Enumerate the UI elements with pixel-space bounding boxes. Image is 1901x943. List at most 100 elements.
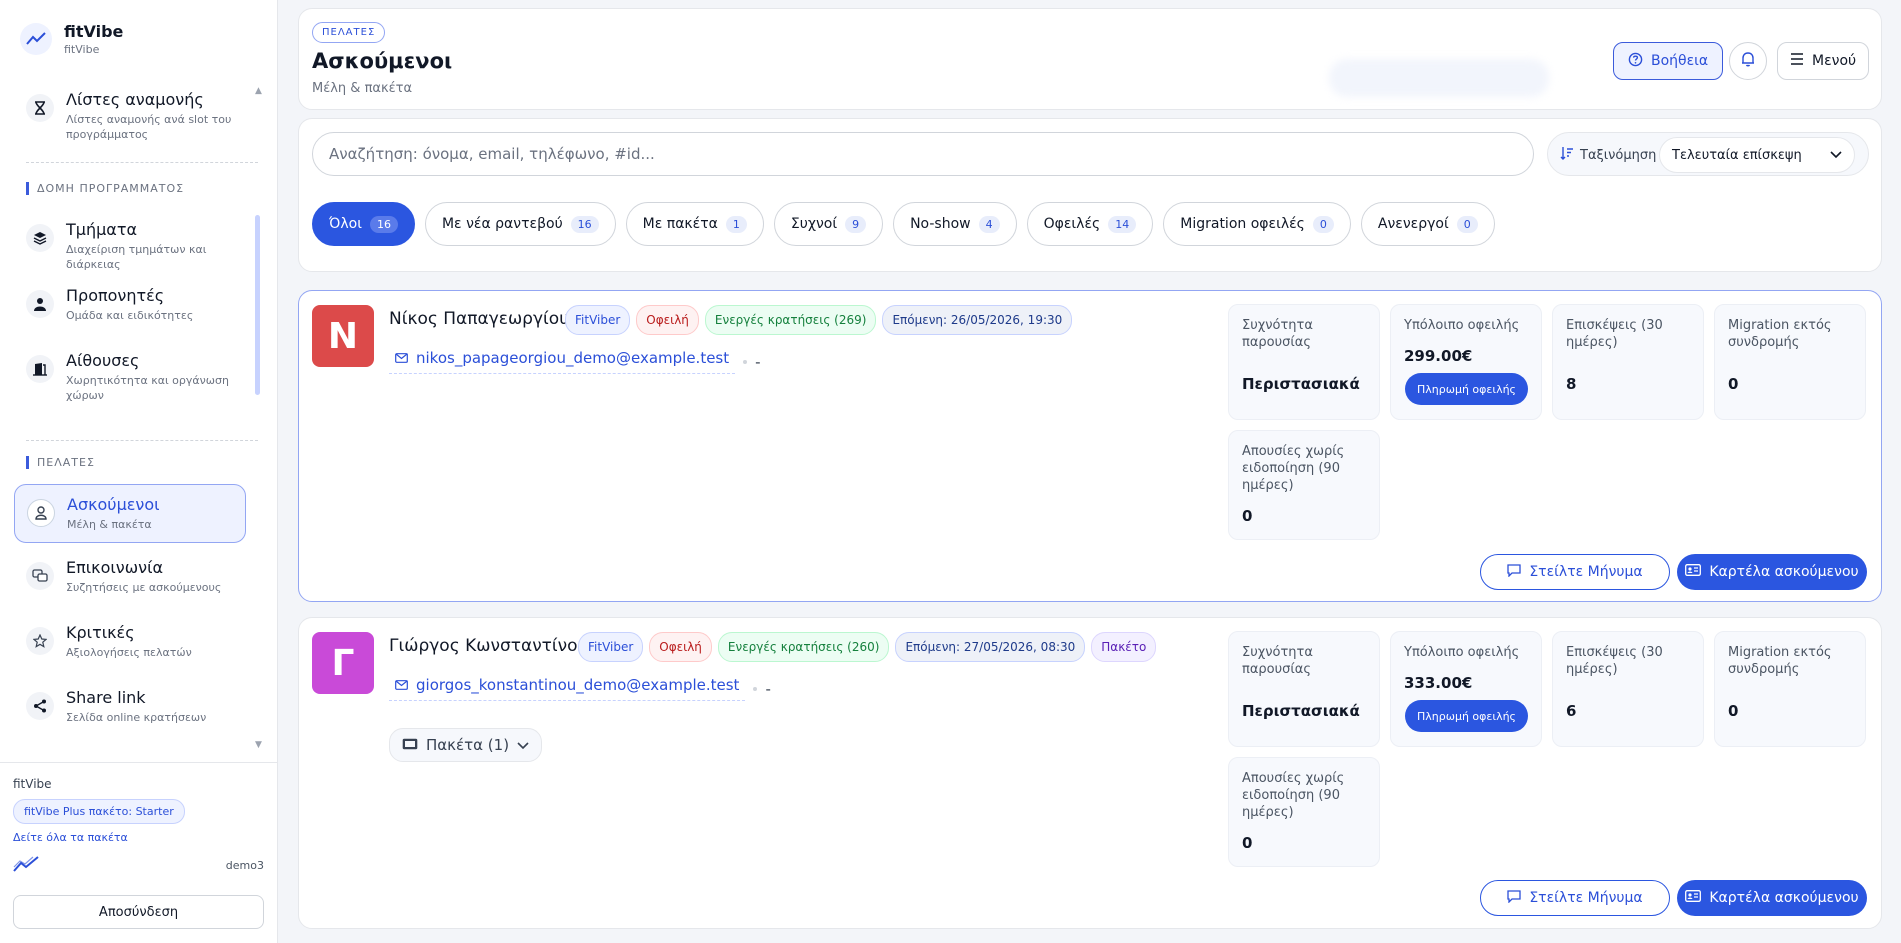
sidebar-item-title: Προπονητές bbox=[66, 286, 165, 305]
client-card[interactable]: N Νίκος Παπαγεωργίου FitViber Οφειλή Ενε… bbox=[298, 290, 1882, 602]
hamburger-icon bbox=[1790, 53, 1804, 69]
stat-value: 0 bbox=[1728, 702, 1739, 720]
chip-count: 16 bbox=[570, 215, 599, 233]
send-message-button[interactable]: Στείλτε Μήνυμα bbox=[1480, 880, 1670, 916]
plans-link[interactable]: Δείτε όλα τα πακέτα bbox=[13, 831, 128, 844]
page-title: Ασκούμενοι bbox=[312, 49, 453, 73]
chip-label: No-show bbox=[910, 216, 971, 232]
scroll-down-icon[interactable]: ▼ bbox=[255, 740, 262, 750]
client-tags: FitViber Οφειλή Ενεργές κρατήσεις (269) … bbox=[565, 305, 1073, 335]
pay-debt-button[interactable]: Πληρωμή οφειλής bbox=[1405, 373, 1529, 405]
help-button[interactable]: Βοήθεια bbox=[1613, 42, 1724, 80]
mail-icon bbox=[395, 349, 408, 367]
packages-toggle[interactable]: Πακέτα (1) bbox=[389, 728, 543, 762]
filter-chip-inactive[interactable]: Ανενεργοί 0 bbox=[1360, 202, 1495, 246]
sort-label: Ταξινόμηση bbox=[1580, 147, 1657, 163]
sort-select[interactable]: Τελευταία επίσκεψη bbox=[1659, 137, 1855, 173]
chip-label: Οφειλές bbox=[1043, 216, 1101, 232]
stat-migration: Migration εκτός συνδρομής 0 bbox=[1714, 304, 1866, 420]
sort-label-wrap: Ταξινόμηση bbox=[1560, 146, 1656, 164]
chip-label: Migration οφειλές bbox=[1180, 216, 1305, 232]
send-message-button[interactable]: Στείλτε Μήνυμα bbox=[1480, 554, 1670, 590]
help-label: Βοήθεια bbox=[1651, 53, 1709, 69]
filter-chip-debts[interactable]: Οφειλές 14 bbox=[1026, 202, 1154, 246]
search-input[interactable] bbox=[312, 132, 1534, 176]
filter-chips: Όλοι 16 Με νέα ραντεβού 16 Με πακέτα 1 Συχν… bbox=[312, 202, 1495, 246]
trend-logo-icon bbox=[20, 23, 52, 55]
pay-debt-button[interactable]: Πληρωμή οφειλής bbox=[1405, 700, 1529, 732]
chip-label: Συχνοί bbox=[790, 216, 838, 232]
notifications-button[interactable] bbox=[1729, 42, 1767, 80]
brand-name: fitVibe bbox=[64, 22, 124, 41]
email-link[interactable]: nikos_papageorgiou_demo@example.test bbox=[389, 349, 736, 374]
send-message-label: Στείλτε Μήνυμα bbox=[1529, 564, 1643, 580]
sidebar-item-desc: Αξιολογήσεις πελατών bbox=[66, 646, 192, 659]
sidebar-scrollbar[interactable] bbox=[255, 215, 260, 395]
sidebar-item-communication[interactable]: Επικοινωνία Συζητήσεις με ασκούμενους bbox=[14, 548, 246, 605]
filter-toolbar: Ταξινόμηση Τελευταία επίσκεψη Όλοι 16 Με … bbox=[298, 118, 1882, 272]
sidebar-item-title: Λίστες αναμονής bbox=[66, 90, 204, 109]
brand[interactable]: fitVibe fitVibe bbox=[20, 22, 123, 56]
sidebar-item-desc: Σελίδα online κρατήσεων bbox=[66, 711, 207, 724]
filter-chip-migration-debts[interactable]: Migration οφειλές 0 bbox=[1163, 202, 1351, 246]
stat-label: Απουσίες χωρίς ειδοποίηση (90 ημέρες) bbox=[1242, 444, 1345, 493]
sidebar-item-desc: Συζητήσεις με ασκούμενους bbox=[66, 581, 222, 594]
stat-label: Επισκέψεις (30 ημέρες) bbox=[1566, 645, 1663, 677]
stat-label: Migration εκτός συνδρομής bbox=[1728, 318, 1832, 350]
divider bbox=[26, 162, 258, 163]
sidebar-item-desc: Χωρητικότητα και οργάνωση χώρων bbox=[66, 374, 229, 402]
scroll-up-icon[interactable]: ▲ bbox=[255, 86, 262, 96]
sidebar-item-title: Επικοινωνία bbox=[66, 558, 164, 577]
decorative-blur bbox=[1329, 59, 1549, 97]
tag-fitviber: FitViber bbox=[565, 305, 631, 335]
email-link[interactable]: giorgos_konstantinou_demo@example.test bbox=[389, 676, 746, 701]
sidebar-item-waitlists[interactable]: Λίστες αναμονής Λίστες αναμονής ανά slot… bbox=[14, 80, 246, 152]
sidebar: fitVibe fitVibe Λίστες αναμονής Λίστες α… bbox=[0, 0, 278, 943]
logout-button[interactable]: Αποσύνδεση bbox=[13, 895, 264, 929]
client-card[interactable]: Γ Γιώργος Κωνσταντίνου FitViber Οφειλή Ε… bbox=[298, 617, 1882, 929]
client-profile-button[interactable]: Καρτέλα ασκούμενου bbox=[1677, 880, 1867, 916]
share-icon bbox=[26, 692, 54, 720]
user-outline-icon bbox=[27, 499, 55, 527]
stat-value: 333.00€ bbox=[1404, 674, 1473, 692]
client-profile-button[interactable]: Καρτέλα ασκούμενου bbox=[1677, 554, 1867, 590]
phone-text: - bbox=[755, 352, 761, 371]
sidebar-item-desc: Μέλη & πακέτα bbox=[67, 518, 152, 531]
stat-value: 0 bbox=[1242, 834, 1253, 852]
filter-chip-new-appointments[interactable]: Με νέα ραντεβού 16 bbox=[424, 202, 616, 246]
tag-package: Πακέτο bbox=[1091, 632, 1157, 662]
menu-label: Μενού bbox=[1812, 53, 1857, 69]
filter-chip-frequent[interactable]: Συχνοί 9 bbox=[773, 202, 884, 246]
id-card-icon bbox=[1685, 890, 1702, 906]
hourglass-icon bbox=[26, 94, 54, 122]
layers-icon bbox=[26, 224, 54, 252]
stat-value: 6 bbox=[1566, 702, 1577, 720]
stat-frequency: Συχνότητα παρουσίας Περιστασιακά bbox=[1228, 304, 1380, 420]
sidebar-item-reviews[interactable]: Κριτικές Αξιολογήσεις πελατών bbox=[14, 613, 246, 670]
email-text: nikos_papageorgiou_demo@example.test bbox=[416, 349, 730, 367]
header-badge: ΠΕΛΑΤΕΣ bbox=[312, 22, 386, 43]
filter-chip-all[interactable]: Όλοι 16 bbox=[312, 202, 415, 246]
sidebar-item-desc: Διαχείριση τμημάτων και διάρκειας bbox=[66, 243, 207, 271]
tag-fitviber: FitViber bbox=[578, 632, 644, 662]
filter-chip-no-show[interactable]: No-show 4 bbox=[893, 202, 1017, 246]
chip-count: 0 bbox=[1456, 215, 1478, 233]
client-name[interactable]: Νίκος Παπαγεωργίου bbox=[389, 309, 569, 329]
sidebar-item-clients[interactable]: Ασκούμενοι Μέλη & πακέτα bbox=[14, 484, 246, 543]
chat-icon bbox=[1507, 563, 1521, 581]
menu-button[interactable]: Μενού bbox=[1777, 42, 1870, 80]
stat-label: Συχνότητα παρουσίας bbox=[1242, 318, 1313, 350]
sidebar-item-rooms[interactable]: Αίθουσες Χωρητικότητα και οργάνωση χώρων bbox=[14, 341, 246, 413]
filter-chip-packages[interactable]: Με πακέτα 1 bbox=[625, 202, 764, 246]
chip-count: 14 bbox=[1108, 215, 1137, 233]
sidebar-item-share-link[interactable]: Share link Σελίδα online κρατήσεων bbox=[14, 678, 246, 735]
send-message-label: Στείλτε Μήνυμα bbox=[1529, 890, 1643, 906]
client-name[interactable]: Γιώργος Κωνσταντίνου bbox=[389, 636, 587, 656]
sidebar-item-trainers[interactable]: Προπονητές Ομάδα και ειδικότητες bbox=[14, 276, 246, 333]
ticket-icon bbox=[402, 736, 418, 754]
sidebar-item-title: Κριτικές bbox=[66, 623, 135, 642]
tag-next-appointment: Επόμενη: 27/05/2026, 08:30 bbox=[895, 632, 1086, 662]
tag-debt: Οφειλή bbox=[636, 305, 699, 335]
sidebar-item-sections[interactable]: Τμήματα Διαχείριση τμημάτων και διάρκεια… bbox=[14, 210, 246, 282]
door-icon bbox=[26, 355, 54, 383]
